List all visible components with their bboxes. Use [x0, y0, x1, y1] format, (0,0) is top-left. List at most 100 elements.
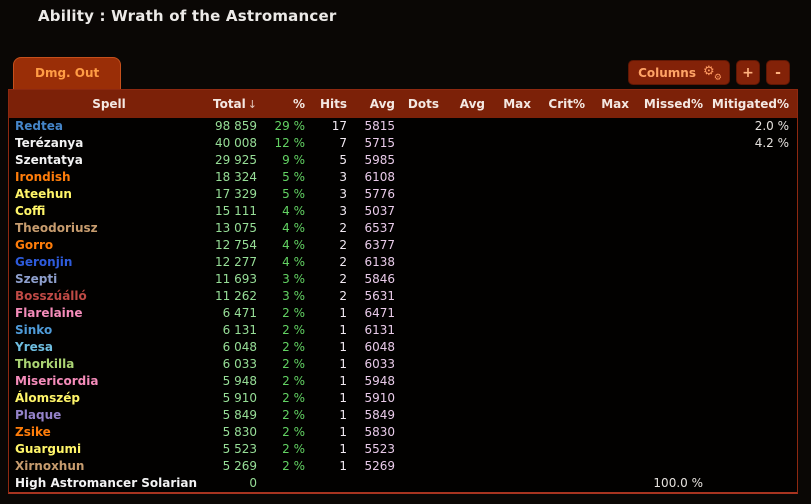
column-header-max-2[interactable]: Max — [493, 90, 539, 118]
cell-max2 — [593, 220, 637, 237]
cell-crit — [539, 237, 593, 254]
cell-dots — [403, 237, 447, 254]
cell-mitigated — [711, 237, 797, 254]
column-header-crit[interactable]: Crit% — [539, 90, 593, 118]
table-row: Bosszúálló11 2623 %25631 — [9, 288, 797, 305]
player-name[interactable]: Geronjin — [15, 255, 72, 269]
cell-hits: 1 — [313, 390, 355, 407]
cell-crit — [539, 288, 593, 305]
player-name[interactable]: Sinko — [15, 323, 52, 337]
column-header-spell[interactable]: Spell — [9, 90, 209, 118]
cell-missed — [637, 237, 711, 254]
cell-total: 11 693 — [209, 271, 265, 288]
cell-pct: 2 % — [265, 339, 313, 356]
player-name-cell: Álomszép — [9, 390, 209, 407]
cell-dots — [403, 186, 447, 203]
cell-max2 — [593, 305, 637, 322]
cell-pct: 12 % — [265, 135, 313, 152]
cell-mitigated — [711, 305, 797, 322]
add-column-button[interactable]: + — [736, 60, 760, 85]
table-row: Álomszép5 9102 %15910 — [9, 390, 797, 407]
player-name-cell: High Astromancer Solarian — [9, 475, 209, 492]
cell-total: 6 131 — [209, 322, 265, 339]
remove-column-button[interactable]: - — [766, 60, 790, 85]
cell-total: 12 754 — [209, 237, 265, 254]
player-name[interactable]: Szepti — [15, 272, 57, 286]
player-name[interactable]: Terézanya — [15, 136, 83, 150]
cell-avg: 5815 — [355, 118, 403, 135]
player-name[interactable]: Misericordia — [15, 374, 98, 388]
column-header-mitigated[interactable]: Mitigated% — [711, 90, 797, 118]
column-header-dots[interactable]: Dots — [403, 90, 447, 118]
cell-pct: 2 % — [265, 424, 313, 441]
columns-button[interactable]: Columns ⚙⚙ — [628, 60, 730, 85]
column-header-total[interactable]: Total↓ — [209, 90, 265, 118]
player-name-cell: Terézanya — [9, 135, 209, 152]
cell-hits — [313, 475, 355, 492]
cell-max2 — [593, 186, 637, 203]
player-name[interactable]: Szentatya — [15, 153, 83, 167]
cell-missed — [637, 288, 711, 305]
cell-avg2 — [447, 169, 493, 186]
cell-avg2 — [447, 339, 493, 356]
cell-dots — [403, 322, 447, 339]
player-name[interactable]: Xirnoxhun — [15, 459, 84, 473]
cell-max — [493, 237, 539, 254]
cell-avg: 5846 — [355, 271, 403, 288]
cell-pct: 2 % — [265, 441, 313, 458]
table-row: Ateehun17 3295 %35776 — [9, 186, 797, 203]
cell-dots — [403, 169, 447, 186]
cell-crit — [539, 339, 593, 356]
sort-descending-icon: ↓ — [248, 98, 257, 111]
cell-max2 — [593, 169, 637, 186]
cell-missed — [637, 254, 711, 271]
cell-total: 0 — [209, 475, 265, 492]
table-row: Thorkilla6 0332 %16033 — [9, 356, 797, 373]
cell-max2 — [593, 152, 637, 169]
cell-avg: 6108 — [355, 169, 403, 186]
player-name[interactable]: Flarelaine — [15, 306, 82, 320]
cell-total: 17 329 — [209, 186, 265, 203]
cell-dots — [403, 458, 447, 475]
damage-table-wrap: SpellTotal↓%HitsAvgDotsAvgMaxCrit%MaxMis… — [8, 89, 798, 494]
column-header-avg[interactable]: Avg — [355, 90, 403, 118]
player-name[interactable]: Álomszép — [15, 391, 80, 405]
cell-max — [493, 305, 539, 322]
column-header-max-2[interactable]: Max — [593, 90, 637, 118]
player-name[interactable]: High Astromancer Solarian — [15, 476, 197, 490]
player-name[interactable]: Thorkilla — [15, 357, 74, 371]
player-name[interactable]: Coffi — [15, 204, 45, 218]
column-header-missed[interactable]: Missed% — [637, 90, 711, 118]
player-name[interactable]: Bosszúálló — [15, 289, 87, 303]
column-header-[interactable]: % — [265, 90, 313, 118]
table-row: Geronjin12 2774 %26138 — [9, 254, 797, 271]
cell-hits: 2 — [313, 254, 355, 271]
cell-total: 5 523 — [209, 441, 265, 458]
cell-mitigated — [711, 390, 797, 407]
player-name[interactable]: Plaque — [15, 408, 61, 422]
cell-hits: 2 — [313, 271, 355, 288]
column-header-hits[interactable]: Hits — [313, 90, 355, 118]
cell-avg: 5523 — [355, 441, 403, 458]
player-name[interactable]: Redtea — [15, 119, 63, 133]
tab-dmg-out[interactable]: Dmg. Out — [13, 57, 121, 89]
player-name[interactable]: Yresa — [15, 340, 53, 354]
cell-crit — [539, 322, 593, 339]
player-name[interactable]: Ateehun — [15, 187, 72, 201]
cell-total: 40 008 — [209, 135, 265, 152]
cell-avg2 — [447, 441, 493, 458]
player-name[interactable]: Guargumi — [15, 442, 81, 456]
table-row: Terézanya40 00812 %757154.2 % — [9, 135, 797, 152]
player-name[interactable]: Theodoriusz — [15, 221, 98, 235]
cell-mitigated — [711, 169, 797, 186]
cell-max2 — [593, 339, 637, 356]
cell-max2 — [593, 271, 637, 288]
player-name[interactable]: Irondish — [15, 170, 71, 184]
table-row: Gorro12 7544 %26377 — [9, 237, 797, 254]
player-name[interactable]: Gorro — [15, 238, 53, 252]
player-name[interactable]: Zsike — [15, 425, 51, 439]
cell-max2 — [593, 237, 637, 254]
cell-max — [493, 254, 539, 271]
column-header-avg-2[interactable]: Avg — [447, 90, 493, 118]
cell-avg: 5985 — [355, 152, 403, 169]
